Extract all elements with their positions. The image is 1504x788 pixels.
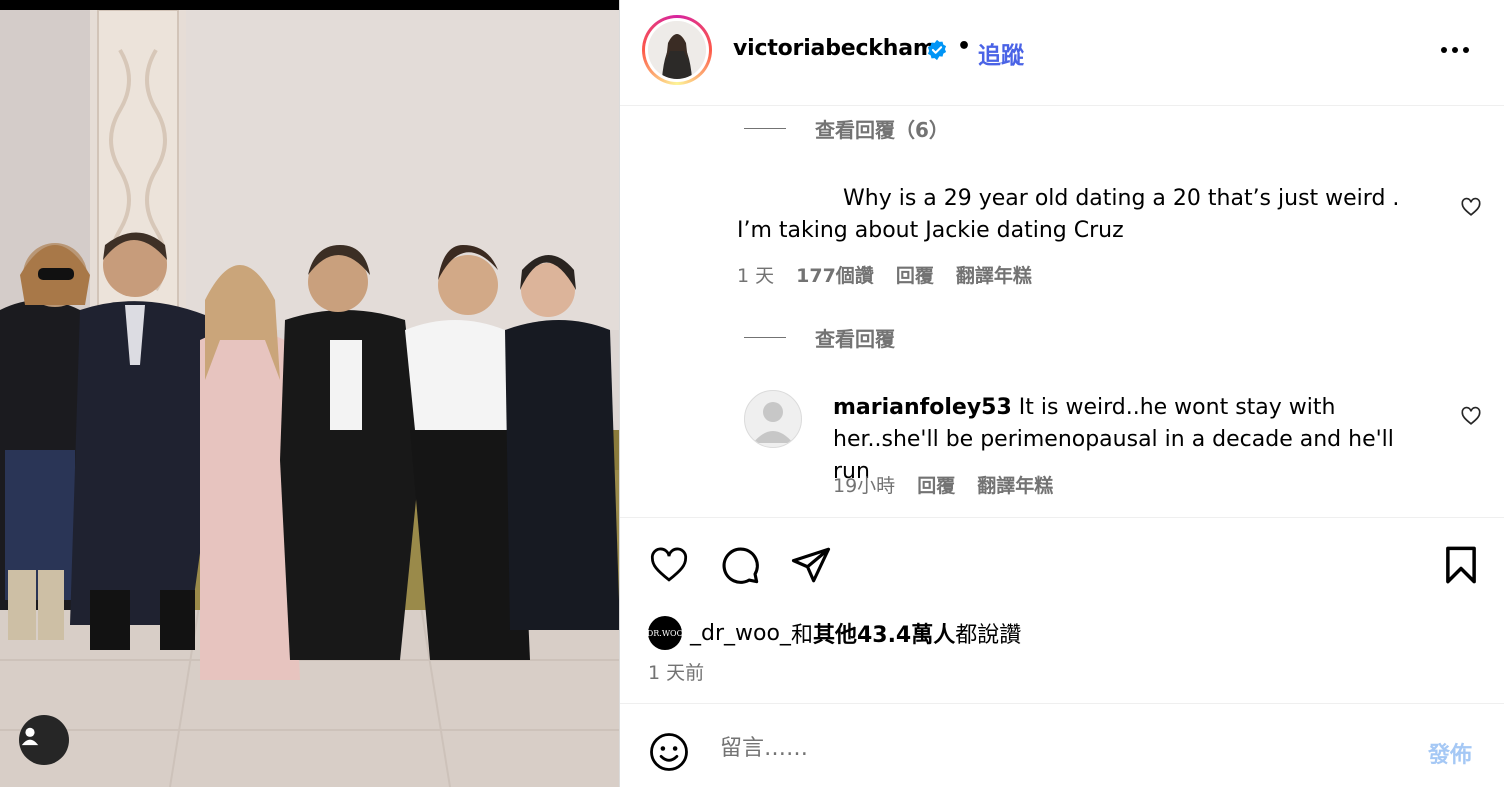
comment-time: 1 天	[737, 265, 775, 287]
post-actions: DR.WOO _dr_woo_ 和 其他43.4萬人 都說讚 1 天前	[620, 517, 1504, 704]
comment-icon[interactable]	[719, 544, 761, 586]
liker-username[interactable]: _dr_woo_	[690, 621, 791, 646]
reply-divider-line	[744, 337, 786, 338]
likes-and: 和	[790, 623, 813, 648]
view-replies-button[interactable]: 查看回覆	[744, 323, 895, 352]
share-icon[interactable]	[790, 544, 832, 586]
commenter-username[interactable]: marianfoley53	[833, 395, 1012, 420]
comment-input[interactable]	[718, 730, 1362, 766]
group-photo	[0, 10, 619, 787]
comment-composer: 發佈	[620, 703, 1504, 788]
comment-meta: 19小時 回覆 翻譯年糕	[833, 471, 1053, 498]
view-replies-label: 查看回覆	[815, 327, 895, 351]
follow-button[interactable]: 追蹤	[978, 36, 1024, 70]
user-tag-button[interactable]	[19, 715, 69, 765]
verified-badge-icon	[927, 39, 947, 61]
heart-icon[interactable]	[648, 544, 690, 586]
post-time-ago: 1 天前	[648, 662, 705, 684]
user-tag-icon	[21, 727, 39, 746]
photo-top-bar	[0, 0, 619, 10]
comment-like-heart-icon[interactable]	[1460, 405, 1482, 427]
comment-text: Why is a 29 year old dating a 20 that’s …	[737, 186, 1400, 243]
post-header: victoriabeckham • 追蹤	[620, 0, 1504, 106]
post-photo[interactable]	[0, 0, 619, 787]
comment-likes-count[interactable]: 177個讚	[796, 261, 874, 288]
comment-meta: 1 天 177個讚 回覆 翻譯年糕	[737, 261, 1032, 288]
more-options-icon[interactable]	[1440, 40, 1470, 60]
reply-divider-line	[744, 128, 786, 129]
view-replies-label: 查看回覆（6）	[815, 118, 949, 142]
likes-suffix: 都說讚	[955, 623, 1022, 648]
profile-avatar[interactable]	[642, 15, 712, 85]
comment-time: 19小時	[833, 475, 896, 497]
likes-summary: DR.WOO _dr_woo_ 和 其他43.4萬人 都說讚	[647, 616, 1022, 650]
default-avatar-icon	[753, 402, 793, 443]
comment-like-heart-icon[interactable]	[1460, 196, 1482, 218]
avatar-image	[648, 21, 706, 79]
emoji-icon[interactable]	[648, 731, 690, 773]
likes-others-count[interactable]: 其他43.4萬人	[813, 617, 955, 649]
post-username[interactable]: victoriabeckham	[733, 36, 936, 61]
comment-reply-button[interactable]: 回覆	[917, 471, 955, 498]
separator-dot: •	[957, 34, 972, 59]
commenter-avatar[interactable]	[744, 390, 802, 448]
post-comment-button[interactable]: 發佈	[1428, 737, 1472, 769]
liker-avatar[interactable]: DR.WOO	[647, 616, 683, 650]
comments-list[interactable]: 查看回覆（6） Why is a 29 year old dating a 20…	[620, 106, 1504, 517]
comment-translate-button[interactable]: 翻譯年糕	[956, 261, 1032, 288]
comment-translate-button[interactable]: 翻譯年糕	[977, 471, 1053, 498]
view-replies-button[interactable]: 查看回覆（6）	[744, 114, 949, 143]
bookmark-icon[interactable]	[1440, 544, 1482, 586]
comment-reply-button[interactable]: 回覆	[896, 261, 934, 288]
